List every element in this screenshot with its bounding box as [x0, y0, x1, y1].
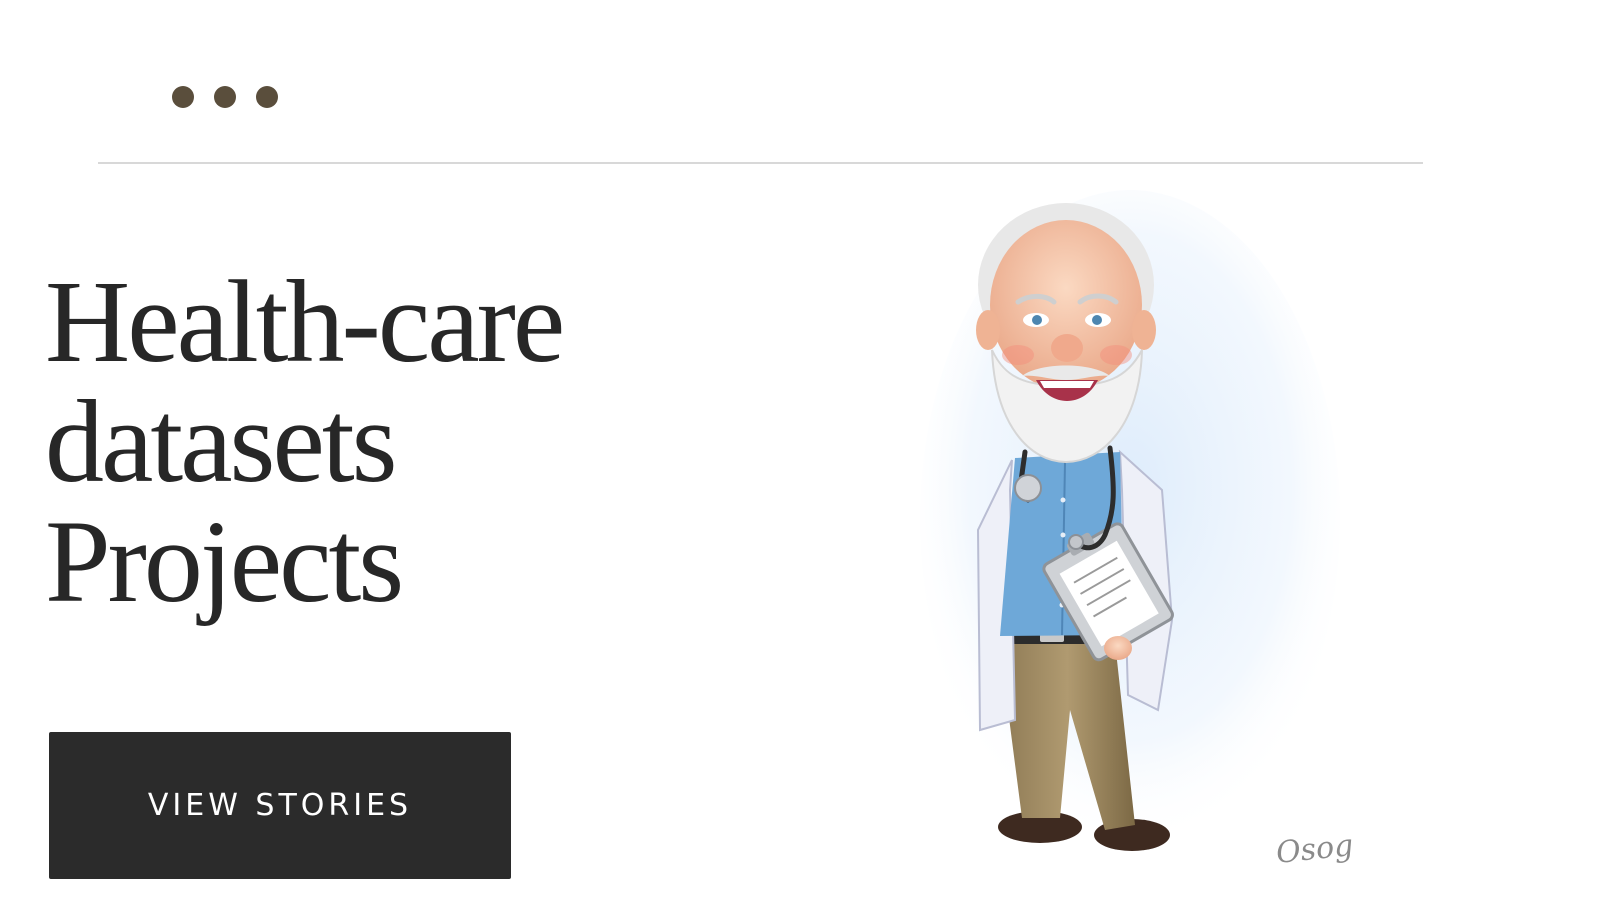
right-hand: [1104, 636, 1132, 660]
menu-dot: [256, 86, 278, 108]
hero-title-line-1: Health-care: [45, 256, 565, 387]
stethoscope-chest-piece: [1014, 474, 1042, 502]
header-divider: [98, 162, 1423, 164]
view-stories-button[interactable]: VIEW STORIES: [49, 732, 511, 879]
more-menu-icon[interactable]: [172, 86, 278, 108]
menu-dot: [214, 86, 236, 108]
doctor-illustration: [920, 190, 1340, 851]
menu-dot: [172, 86, 194, 108]
site-header: [0, 0, 1600, 164]
hero-title-line-3: Projects: [45, 496, 404, 627]
hero-title-line-2: datasets: [45, 376, 398, 507]
hero-title: Health-care datasets Projects: [45, 256, 565, 627]
